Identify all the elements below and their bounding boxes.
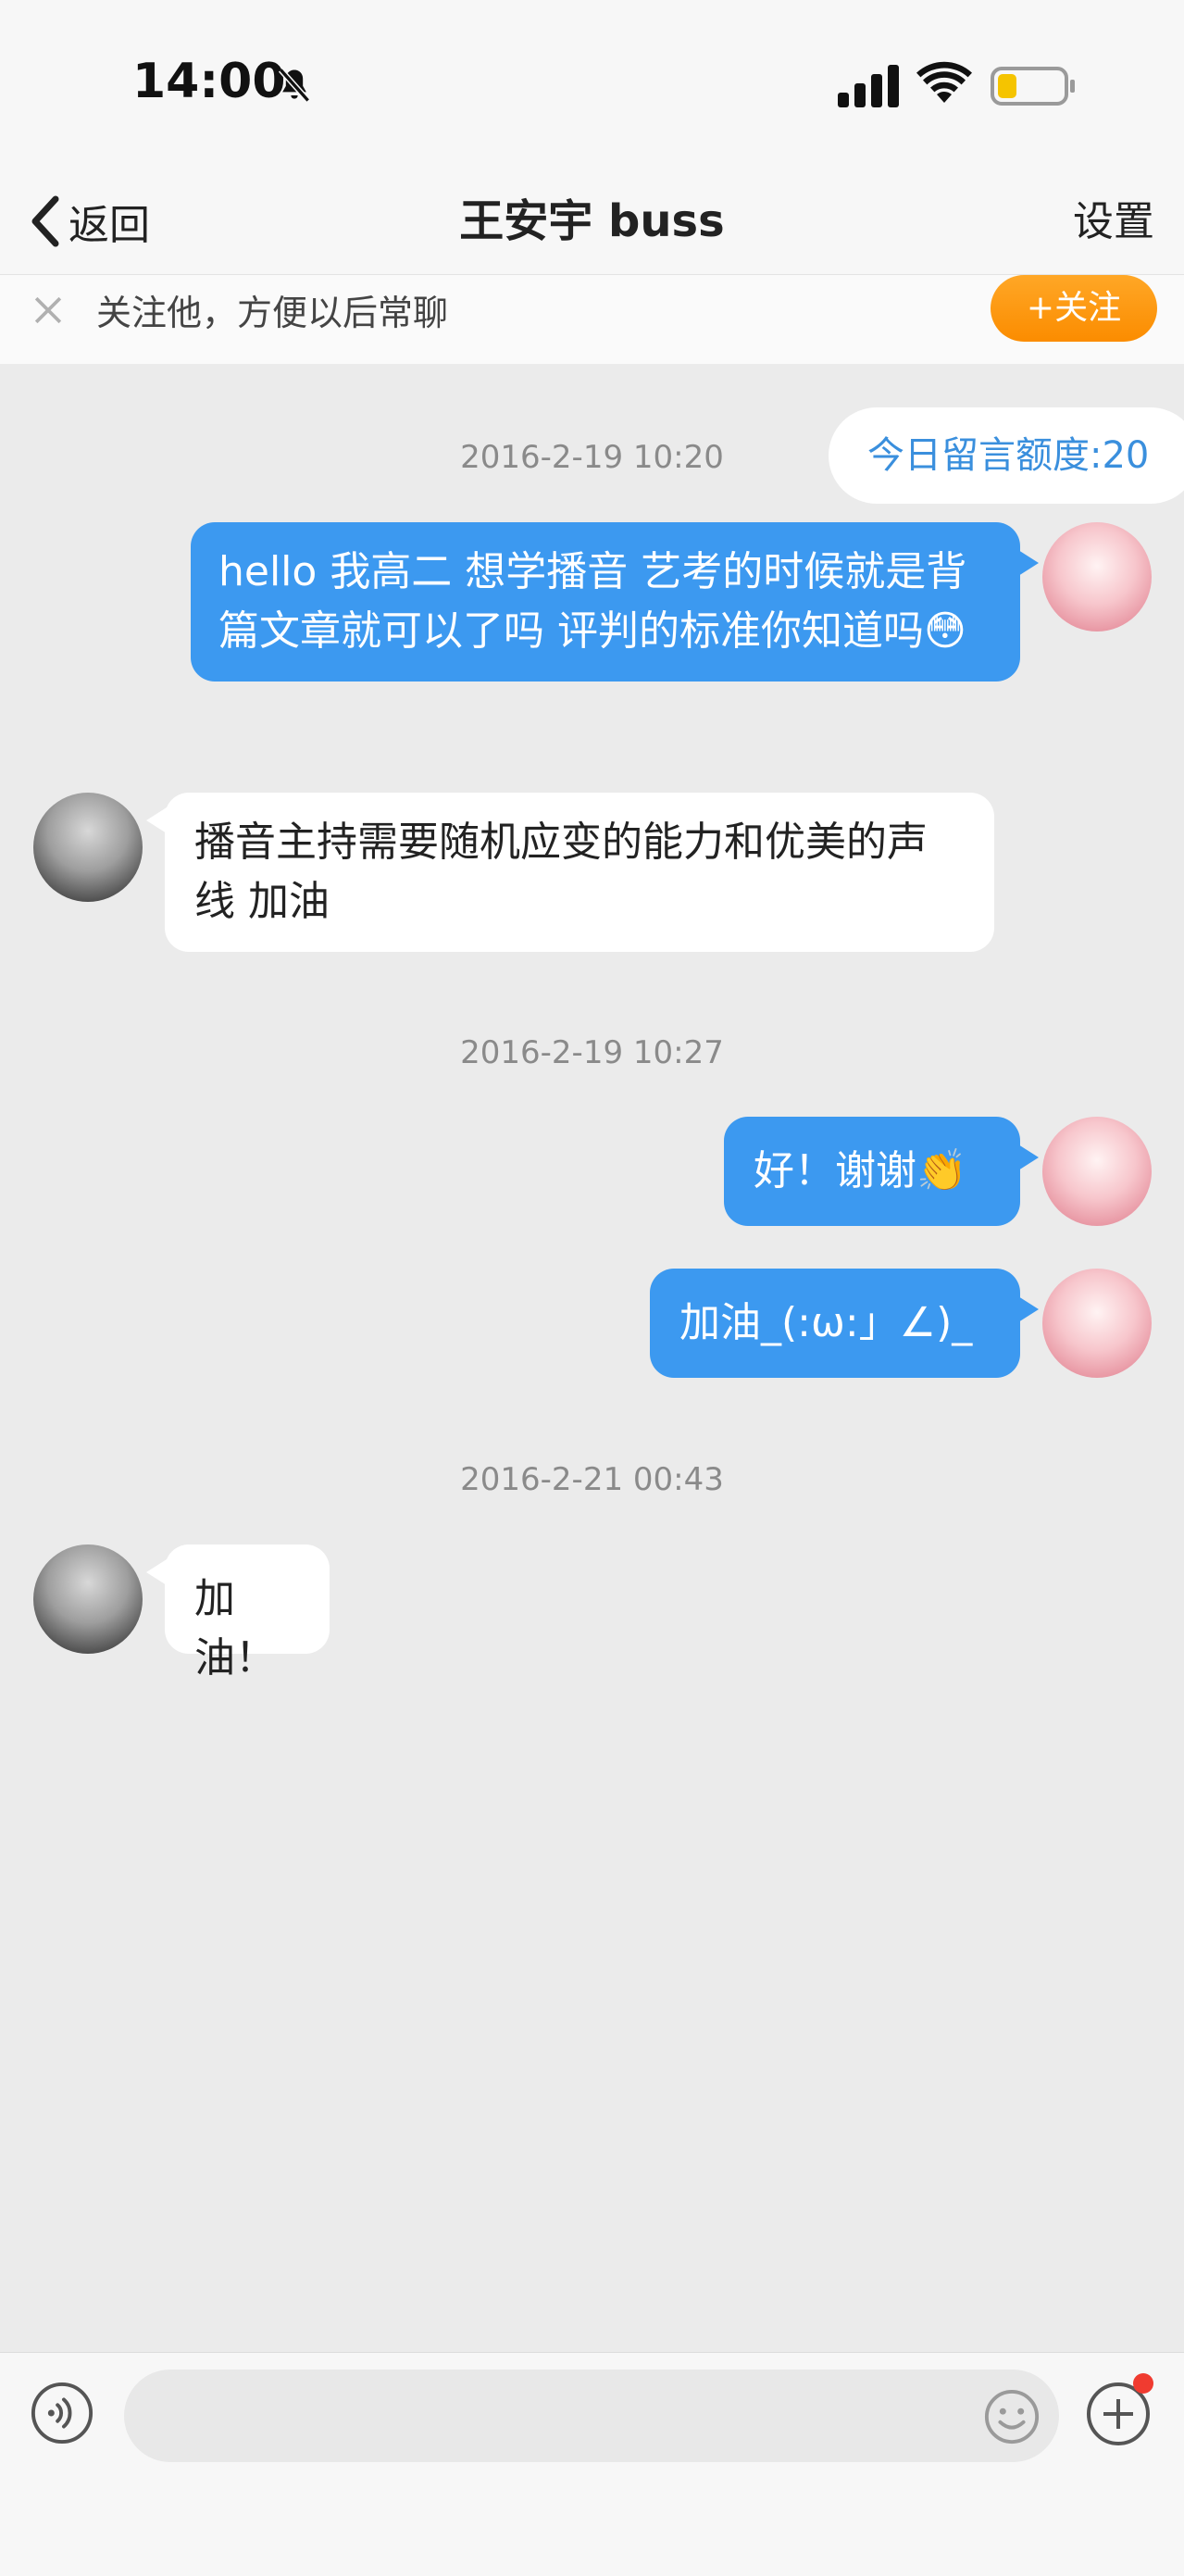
bubble-tail — [146, 1559, 167, 1585]
my-avatar[interactable] — [1042, 1117, 1152, 1226]
status-time: 14:00 — [132, 54, 286, 109]
emoji-icon[interactable] — [983, 2388, 1041, 2445]
my-avatar[interactable] — [1042, 1269, 1152, 1378]
outgoing-message-bubble[interactable]: 加油_(:ω:」∠)_ — [650, 1269, 1020, 1378]
close-icon[interactable] — [28, 290, 69, 331]
bubble-tail — [1018, 550, 1039, 576]
bubble-tail — [146, 807, 167, 833]
bell-slash-icon — [278, 68, 311, 103]
my-avatar[interactable] — [1042, 522, 1152, 631]
page-title: 王安宇 buss — [459, 195, 725, 247]
incoming-message-bubble[interactable]: 播音主持需要随机应变的能力和优美的声线 加油 — [165, 793, 994, 952]
outgoing-message-bubble[interactable]: 好！谢谢👏 — [724, 1117, 1020, 1226]
status-bar: 14:00 — [0, 0, 1184, 167]
settings-button[interactable]: 设置 — [1073, 194, 1154, 250]
bubble-tail — [1018, 1296, 1039, 1322]
signal-icon — [838, 65, 899, 107]
notification-dot — [1133, 2373, 1153, 2394]
voice-icon[interactable] — [30, 2381, 94, 2445]
wifi-icon — [916, 61, 972, 103]
follow-banner: 关注他，方便以后常聊 +关注 — [0, 274, 1184, 364]
top-bar: 14:00 返回 王安宇 buss 设置 关注他，方便以后常聊 +关注 — [0, 0, 1184, 364]
message-timestamp: 2016-2-19 10:20 — [460, 439, 724, 476]
navigation-bar: 返回 王安宇 buss 设置 — [0, 167, 1184, 274]
contact-avatar[interactable] — [33, 793, 143, 902]
message-timestamp: 2016-2-19 10:27 — [460, 1034, 724, 1071]
message-timestamp: 2016-2-21 00:43 — [460, 1461, 724, 1498]
outgoing-message-bubble[interactable]: hello 我高二 想学播音 艺考的时候就是背篇文章就可以了吗 评判的标准你知道… — [191, 522, 1020, 682]
follow-prompt-text: 关注他，方便以后常聊 — [96, 293, 449, 333]
incoming-message-bubble[interactable]: 加油！ — [165, 1544, 330, 1682]
bubble-tail — [1018, 1144, 1039, 1170]
battery-icon — [991, 67, 1075, 106]
follow-button[interactable]: +关注 — [991, 275, 1157, 342]
message-input[interactable] — [124, 2370, 1059, 2462]
contact-avatar[interactable] — [33, 1544, 143, 1654]
chat-input-bar — [0, 2352, 1184, 2576]
